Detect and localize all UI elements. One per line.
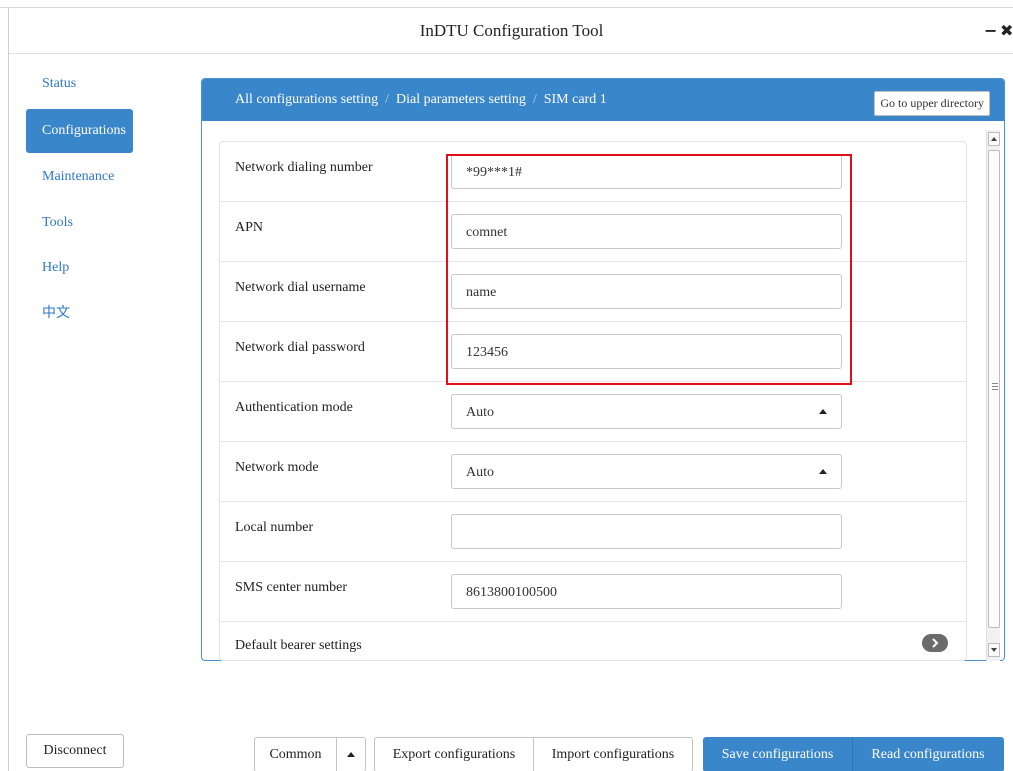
minimize-icon[interactable]: − bbox=[984, 8, 997, 54]
row-apn: APN comnet bbox=[220, 202, 966, 262]
close-icon[interactable]: ✖ bbox=[1000, 8, 1013, 54]
field-label: Default bearer settings bbox=[235, 638, 362, 653]
sidebar-item-tools[interactable]: Tools bbox=[26, 201, 133, 245]
apn-input[interactable]: comnet bbox=[451, 214, 842, 249]
network-mode-select[interactable]: Auto bbox=[451, 454, 842, 489]
common-dropdown-button[interactable] bbox=[336, 737, 366, 771]
row-sms-center-number: SMS center number 8613800100500 bbox=[220, 562, 966, 622]
go-upper-directory-button[interactable]: Go to upper directory bbox=[874, 91, 990, 116]
app-window: InDTU Configuration Tool − ✖ Status Conf… bbox=[8, 8, 1013, 771]
sidebar-item-configurations[interactable]: Configurations bbox=[26, 109, 133, 153]
row-network-dial-password: Network dial password 123456 bbox=[220, 322, 966, 382]
network-dialing-number-input[interactable]: *99***1# bbox=[451, 154, 842, 189]
breadcrumb-separator: / bbox=[385, 92, 389, 107]
row-network-mode: Network mode Auto bbox=[220, 442, 966, 502]
settings-form: Network dialing number *99***1# APN comn… bbox=[219, 141, 967, 661]
config-panel: All configurations setting / Dial parame… bbox=[201, 78, 1005, 661]
sms-center-number-input[interactable]: 8613800100500 bbox=[451, 574, 842, 609]
sidebar: Status Configurations Maintenance Tools … bbox=[9, 54, 179, 771]
export-configurations-button[interactable]: Export configurations bbox=[374, 737, 534, 771]
field-label: Local number bbox=[235, 520, 314, 535]
row-default-bearer-settings[interactable]: Default bearer settings bbox=[220, 622, 966, 660]
breadcrumb-sim-card-1: SIM card 1 bbox=[543, 92, 607, 107]
sidebar-item-language[interactable]: 中文 bbox=[26, 291, 133, 335]
field-label: Network dial username bbox=[235, 280, 366, 295]
field-label: SMS center number bbox=[235, 580, 347, 595]
network-dial-password-input[interactable]: 123456 bbox=[451, 334, 842, 369]
import-configurations-button[interactable]: Import configurations bbox=[533, 737, 693, 771]
field-label: Network mode bbox=[235, 460, 319, 475]
caret-up-icon bbox=[347, 751, 355, 757]
common-button[interactable]: Common bbox=[254, 737, 337, 771]
sidebar-item-help[interactable]: Help bbox=[26, 246, 133, 290]
select-value: Auto bbox=[466, 465, 494, 480]
title-bar: InDTU Configuration Tool − ✖ bbox=[9, 8, 1013, 54]
scroll-thumb[interactable] bbox=[988, 150, 1000, 628]
top-edge bbox=[0, 0, 1013, 8]
scroll-up-button[interactable] bbox=[988, 132, 1000, 146]
row-network-dial-username: Network dial username name bbox=[220, 262, 966, 322]
chevron-right-icon[interactable] bbox=[922, 634, 948, 652]
read-configurations-button[interactable]: Read configurations bbox=[852, 737, 1004, 771]
grip-icon bbox=[992, 383, 998, 384]
select-value: Auto bbox=[466, 405, 494, 420]
disconnect-button[interactable]: Disconnect bbox=[26, 734, 124, 768]
scroll-down-button[interactable] bbox=[988, 643, 1000, 657]
window-controls: − ✖ bbox=[984, 8, 1013, 54]
sidebar-item-status[interactable]: Status bbox=[26, 62, 133, 106]
vertical-scrollbar[interactable] bbox=[986, 130, 1000, 661]
save-configurations-button[interactable]: Save configurations bbox=[703, 737, 852, 771]
field-label: Authentication mode bbox=[235, 400, 353, 415]
field-label: Network dialing number bbox=[235, 160, 373, 175]
breadcrumb-dial-parameters[interactable]: Dial parameters setting bbox=[396, 92, 526, 108]
local-number-input[interactable] bbox=[451, 514, 842, 549]
field-label: Network dial password bbox=[235, 340, 365, 355]
field-label: APN bbox=[235, 220, 264, 235]
sidebar-item-maintenance[interactable]: Maintenance bbox=[26, 155, 133, 199]
caret-up-icon bbox=[819, 409, 827, 414]
authentication-mode-select[interactable]: Auto bbox=[451, 394, 842, 429]
breadcrumb-all-configurations[interactable]: All configurations setting bbox=[235, 92, 378, 108]
breadcrumb: All configurations setting / Dial parame… bbox=[202, 79, 1004, 121]
row-local-number: Local number bbox=[220, 502, 966, 562]
row-authentication-mode: Authentication mode Auto bbox=[220, 382, 966, 442]
breadcrumb-separator: / bbox=[532, 92, 537, 107]
window-title: InDTU Configuration Tool bbox=[419, 21, 604, 40]
network-dial-username-input[interactable]: name bbox=[451, 274, 842, 309]
row-network-dialing-number: Network dialing number *99***1# bbox=[220, 142, 966, 202]
caret-up-icon bbox=[819, 469, 827, 474]
